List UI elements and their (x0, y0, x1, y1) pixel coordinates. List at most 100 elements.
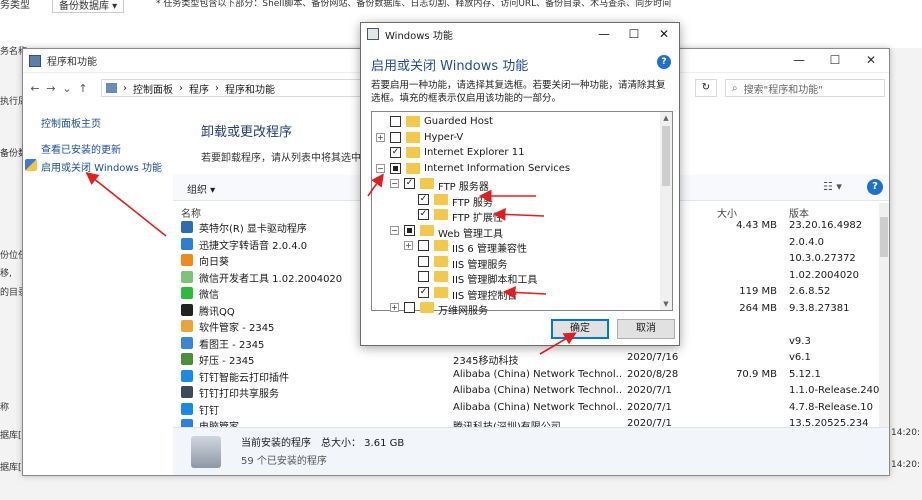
scrollbar-thumb[interactable] (880, 217, 888, 257)
feature-item[interactable]: + 万维网服务 (372, 300, 660, 317)
bg-label: 据库[ (0, 431, 22, 441)
program-icon (181, 386, 193, 398)
bg-label: 移, (0, 269, 12, 279)
dialog-help-icon[interactable]: ? (657, 55, 671, 69)
bg-task-type-select[interactable]: 备份数据库 ▾ (52, 0, 125, 13)
table-row[interactable]: 钉钉打印共享服务 Alibaba (China) Network Technol.… (173, 384, 879, 400)
program-icon (181, 254, 193, 266)
expand-icon[interactable]: + (376, 132, 385, 142)
program-version: 2.0.4.0 (789, 236, 824, 248)
feature-label: IIS 管理脚本和工具 (452, 275, 538, 286)
control-panel-icon (29, 54, 41, 67)
column-header-version[interactable]: 版本 (789, 205, 809, 220)
dialog-close-button[interactable]: ✕ (649, 23, 679, 45)
dialog-minimize-button[interactable]: — (589, 23, 619, 45)
dialog-maximize-button[interactable]: ☐ (619, 23, 649, 45)
feature-checkbox[interactable] (418, 255, 429, 267)
sidebar-link-updates[interactable]: 查看已安装的更新 (41, 141, 121, 156)
breadcrumb-item[interactable]: 程序和功能 (225, 81, 275, 96)
sidebar-link-home[interactable]: 控制面板主页 (41, 115, 101, 130)
column-header-name[interactable]: 名称 (181, 205, 201, 220)
dialog-description: 若要启用一种功能，请选择其复选框。若要关闭一种功能，请清除其复选框。填充的框表示… (371, 80, 666, 104)
feature-item[interactable]: + Hyper-V (372, 130, 660, 146)
feature-checkbox[interactable] (390, 162, 401, 174)
cancel-button[interactable]: 取消 (617, 319, 675, 339)
page-title: 卸载或更改程序 (201, 125, 293, 140)
search-placeholder: 搜索"程序和功能" (743, 84, 823, 96)
table-row[interactable]: 钉钉智能云打印插件 Alibaba (China) Network Technol… (173, 368, 879, 384)
program-name: 钉钉 (199, 405, 219, 417)
window-title: 程序和功能 (47, 57, 97, 68)
tree-scrollbar-thumb[interactable] (662, 126, 670, 186)
close-button[interactable]: ✕ (853, 49, 889, 71)
expand-icon[interactable]: + (404, 241, 413, 250)
feature-item[interactable]: IIS 管理服务 (372, 254, 660, 271)
list-scrollbar[interactable] (879, 203, 889, 427)
forward-arrow-icon[interactable]: → (43, 82, 59, 95)
sidebar-link-windows-features[interactable]: 启用或关闭 Windows 功能 (41, 159, 162, 174)
program-publisher: 2345移动科技 (453, 356, 519, 367)
folder-icon (406, 162, 420, 174)
ok-button[interactable]: 确定 (551, 319, 609, 339)
view-options-icon[interactable]: ☷ ▾ (823, 180, 842, 193)
feature-checkbox[interactable] (418, 271, 429, 282)
feature-label: Internet Information Services (424, 162, 571, 174)
feature-checkbox[interactable]: ✓ (390, 147, 401, 158)
table-row[interactable]: 好压 - 2345 2345移动科技 2020/7/16 v6.1 (173, 351, 879, 367)
feature-item[interactable]: IIS 管理脚本和工具 (372, 269, 660, 286)
breadcrumb-item[interactable]: 程序 (189, 81, 209, 96)
status-bar: 当前安装的程序 总大小： 3.61 GB 59 个已安装的程序 (173, 427, 889, 475)
up-arrow-icon[interactable]: ↑ (75, 82, 91, 95)
feature-checkbox[interactable]: ✓ (418, 193, 429, 205)
help-icon[interactable]: ? (867, 179, 883, 195)
bg-label: 称 (0, 403, 10, 413)
column-header-size[interactable]: 大小 (717, 205, 737, 220)
program-publisher: Alibaba (China) Network Technol... (453, 401, 623, 413)
feature-item[interactable]: ✓ FTP 服务 (372, 192, 660, 209)
refresh-button[interactable]: ↻ (695, 79, 717, 97)
feature-item[interactable]: ✓ IIS 管理控制台 (372, 285, 660, 302)
feature-item[interactable]: ✓ FTP 扩展性 (372, 207, 660, 224)
feature-checkbox[interactable]: ✓ (418, 286, 429, 298)
program-version: 5.12.1 (789, 368, 821, 380)
scroll-up-icon[interactable]: ▲ (660, 112, 672, 124)
feature-checkbox[interactable] (390, 131, 401, 143)
scroll-down-icon[interactable]: ▼ (660, 298, 672, 310)
program-version: v9.3 (789, 335, 811, 347)
tree-scrollbar[interactable]: ▲ ▼ (660, 112, 672, 310)
feature-item[interactable]: − Web 管理工具 (372, 223, 660, 240)
program-version: 4.7.8-Release.10 (789, 401, 874, 413)
feature-tree: + 万维网服务 ✓ IIS 管理控制台 IIS 管理脚本和工具 IIS 管理服务 + IIS … (371, 111, 673, 317)
feature-label: FTP 服务 (452, 197, 493, 209)
feature-checkbox[interactable] (418, 240, 429, 251)
organize-button[interactable]: 组织 ▾ (187, 181, 215, 196)
feature-checkbox[interactable] (404, 302, 415, 313)
feature-item[interactable]: − Internet Information Services (372, 161, 660, 177)
feature-item[interactable]: − ✓ FTP 服务器 (372, 176, 660, 193)
table-row[interactable]: 钉钉 Alibaba (China) Network Technol... 2020… (173, 401, 879, 417)
feature-item[interactable]: + IIS 6 管理兼容性 (372, 238, 660, 255)
breadcrumb-item[interactable]: 控制面板 (133, 81, 173, 96)
program-date: 2020/7/1 (627, 385, 672, 396)
chevron-down-icon[interactable]: ⌄ (59, 82, 75, 95)
feature-item[interactable]: ✓ Internet Explorer 11 (372, 145, 660, 161)
program-version: 23.20.16.4982 (789, 220, 863, 231)
collapse-icon[interactable]: − (390, 225, 399, 235)
minimize-button[interactable]: — (781, 49, 817, 71)
back-arrow-icon[interactable]: ← (27, 82, 43, 95)
feature-checkbox[interactable] (390, 116, 401, 127)
expand-icon[interactable]: + (390, 303, 399, 312)
program-version: v6.1 (789, 352, 811, 363)
feature-item[interactable]: Guarded Host (372, 114, 660, 130)
maximize-button[interactable]: ☐ (817, 49, 853, 71)
search-input[interactable]: ⌕ 搜索"程序和功能" (725, 79, 885, 97)
feature-checkbox[interactable]: ✓ (418, 209, 429, 220)
folder-icon (434, 209, 448, 220)
program-icon (181, 270, 193, 283)
collapse-icon[interactable]: − (376, 163, 385, 173)
collapse-icon[interactable]: − (390, 179, 399, 188)
feature-checkbox[interactable]: ✓ (404, 178, 415, 189)
feature-label: Internet Explorer 11 (424, 147, 525, 158)
feature-checkbox[interactable] (404, 224, 415, 236)
page-subtitle: 若要卸载程序，请从列表中将其选中， (201, 153, 371, 164)
